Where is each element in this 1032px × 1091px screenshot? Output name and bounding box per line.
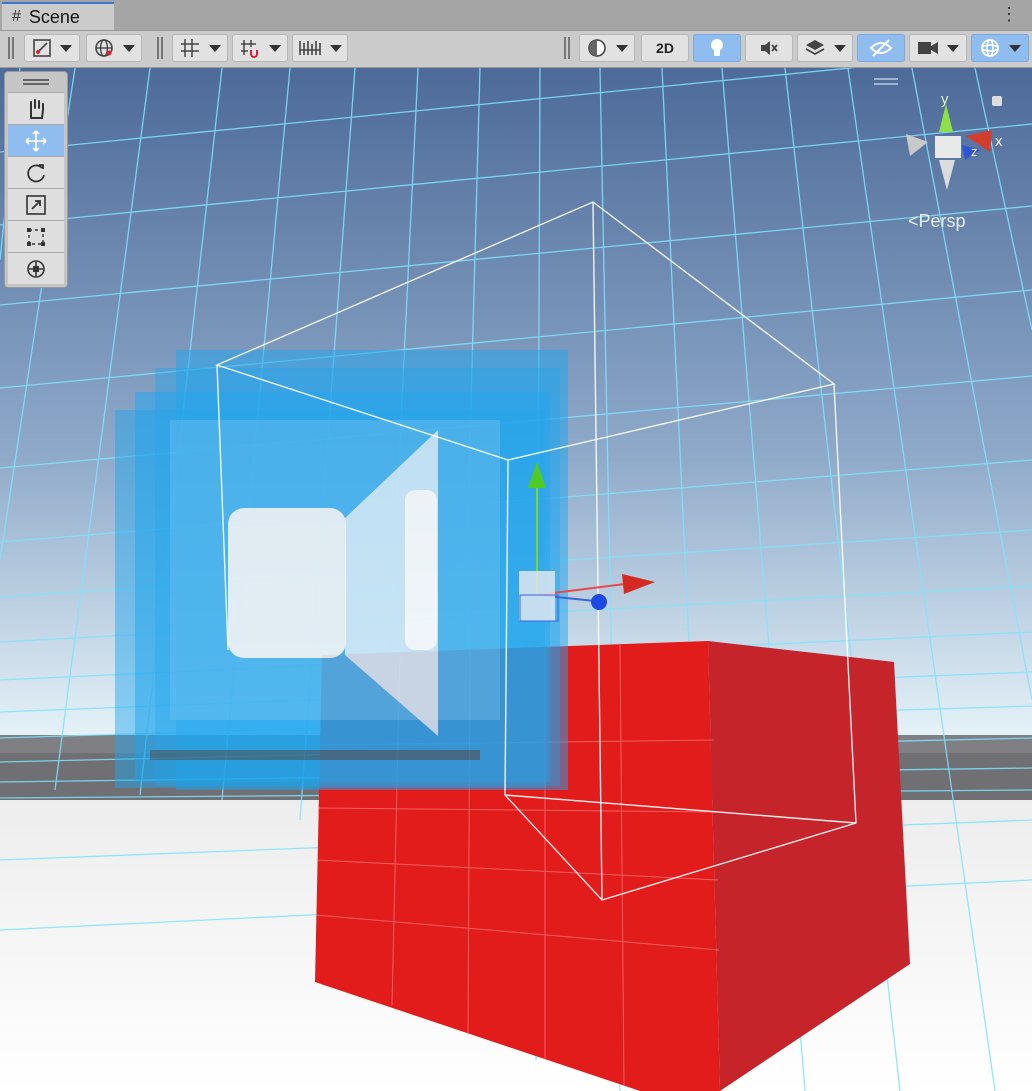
hand-icon bbox=[30, 98, 44, 119]
toolbar-grip[interactable] bbox=[8, 37, 14, 59]
draw-mode-icon bbox=[33, 39, 51, 57]
chevron-down-icon bbox=[330, 44, 342, 52]
chevron-down-icon bbox=[269, 44, 281, 52]
move-arrows-icon bbox=[25, 129, 47, 152]
grid-snap-dropdown[interactable] bbox=[172, 34, 228, 62]
scene-viewport[interactable]: y x z bbox=[0, 68, 1032, 1091]
ruler-dropdown[interactable] bbox=[292, 34, 348, 62]
toolbar-grip[interactable] bbox=[157, 37, 163, 59]
tab-scene-label: Scene bbox=[28, 6, 80, 27]
projection-label: Persp bbox=[918, 211, 966, 231]
rotate-tool-button[interactable] bbox=[8, 156, 64, 188]
projection-toggle[interactable]: <Persp bbox=[908, 211, 966, 232]
gizmos-icon bbox=[981, 39, 999, 57]
lightbulb-icon bbox=[711, 39, 723, 56]
chevron-down-icon bbox=[60, 44, 72, 52]
grid-snap-icon bbox=[181, 39, 199, 57]
more-options-icon[interactable]: ⋮ bbox=[1000, 4, 1018, 24]
chevron-down-icon bbox=[1009, 44, 1021, 52]
draw-mode-dropdown[interactable] bbox=[24, 34, 80, 62]
gizmo-y-label: y bbox=[941, 91, 949, 108]
audio-toggle-button[interactable] bbox=[745, 34, 793, 62]
chevron-down-icon bbox=[834, 44, 846, 52]
effects-dropdown[interactable] bbox=[797, 34, 853, 62]
tool-palette bbox=[4, 71, 68, 288]
scene-visibility-toggle[interactable] bbox=[857, 34, 905, 62]
global-local-dropdown[interactable] bbox=[86, 34, 142, 62]
camera-icon bbox=[918, 42, 938, 54]
increment-snap-icon bbox=[241, 40, 258, 58]
increment-snap-dropdown[interactable] bbox=[232, 34, 288, 62]
gizmo-x-label: x bbox=[995, 133, 1003, 150]
global-local-icon bbox=[95, 39, 113, 57]
audio-muted-icon bbox=[761, 41, 778, 55]
shading-mode-dropdown[interactable] bbox=[579, 34, 635, 62]
chevron-left-icon: < bbox=[908, 211, 919, 231]
transform-icon bbox=[27, 259, 45, 278]
visibility-hidden-icon bbox=[869, 39, 893, 57]
shading-mode-icon bbox=[588, 39, 606, 57]
chevron-down-icon bbox=[123, 44, 135, 52]
rotate-icon bbox=[27, 163, 45, 182]
lock-icon[interactable] bbox=[992, 96, 1002, 106]
chevron-down-icon bbox=[616, 44, 628, 52]
tab-scene[interactable]: # Scene bbox=[2, 2, 114, 30]
hand-tool-button[interactable] bbox=[8, 92, 64, 124]
chevron-down-icon bbox=[947, 44, 959, 52]
tab-bar: # Scene ⋮ bbox=[0, 0, 1032, 31]
rect-tool-button[interactable] bbox=[8, 220, 64, 252]
gizmos-dropdown[interactable] bbox=[971, 34, 1029, 62]
transform-tool-button[interactable] bbox=[8, 252, 64, 284]
gizmo-z-label: z bbox=[971, 144, 978, 159]
move-tool-button[interactable] bbox=[8, 124, 64, 156]
rect-transform-icon bbox=[27, 227, 45, 246]
scale-tool-button[interactable] bbox=[8, 188, 64, 220]
toolbar-grip[interactable] bbox=[564, 37, 570, 59]
camera-gizmo-icon[interactable] bbox=[115, 350, 568, 790]
scene-render[interactable]: y x z bbox=[0, 68, 1032, 1091]
chevron-down-icon bbox=[209, 44, 221, 52]
2d-toggle-button[interactable]: 2D bbox=[641, 34, 689, 62]
effects-icon bbox=[805, 40, 825, 56]
scale-icon bbox=[26, 194, 46, 215]
scene-toolbar: 2D bbox=[0, 31, 1032, 68]
tool-palette-handle[interactable] bbox=[5, 72, 67, 92]
lighting-toggle-button[interactable] bbox=[693, 34, 741, 62]
ruler-icon bbox=[299, 41, 321, 55]
camera-settings-dropdown[interactable] bbox=[909, 34, 967, 62]
grid-icon: # bbox=[12, 8, 21, 25]
